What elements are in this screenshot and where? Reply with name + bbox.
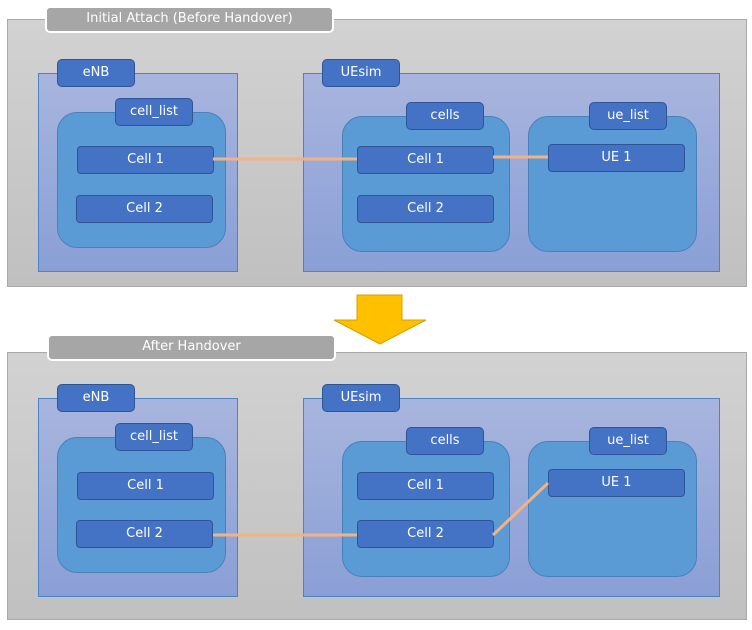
link-uesim-cell2-ue1 bbox=[491, 481, 550, 537]
links-layer-after bbox=[213, 481, 550, 537]
